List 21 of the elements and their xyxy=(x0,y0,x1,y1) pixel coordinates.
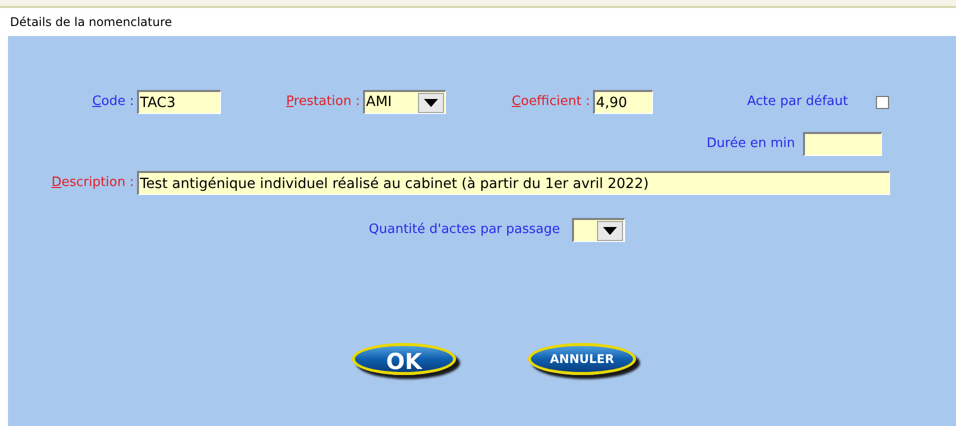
quantity-select[interactable] xyxy=(572,218,625,242)
caret-down-icon xyxy=(603,226,617,234)
field-label: Durée en min xyxy=(706,135,795,154)
cancel-button[interactable]: ANNULER xyxy=(528,343,636,375)
field-label: Coefficient : xyxy=(512,93,590,112)
field-label: Quantité d'actes par passage xyxy=(368,221,560,240)
field-label: Description : xyxy=(51,174,134,192)
ok-button[interactable]: OK xyxy=(352,343,456,375)
caret-down-icon xyxy=(424,98,438,106)
field-label: Code : xyxy=(92,93,134,112)
coefficient-field[interactable]: 4,90 xyxy=(593,90,653,114)
window-title: Détails de la nomenclature xyxy=(10,14,172,31)
dropdown-button[interactable] xyxy=(597,220,623,240)
field-label: Acte par défaut xyxy=(747,93,848,112)
code-field[interactable]: TAC3 xyxy=(137,90,221,114)
field-label: Prestation : xyxy=(286,93,360,112)
prestation-select[interactable]: AMI xyxy=(363,90,446,114)
dropdown-button[interactable] xyxy=(418,92,444,112)
description-field[interactable]: Test antigénique individuel réalisé au cabinet (à partir du 1er avril 2022) xyxy=(137,171,890,195)
checkbox[interactable] xyxy=(876,96,889,108)
duration-field[interactable] xyxy=(803,132,882,156)
